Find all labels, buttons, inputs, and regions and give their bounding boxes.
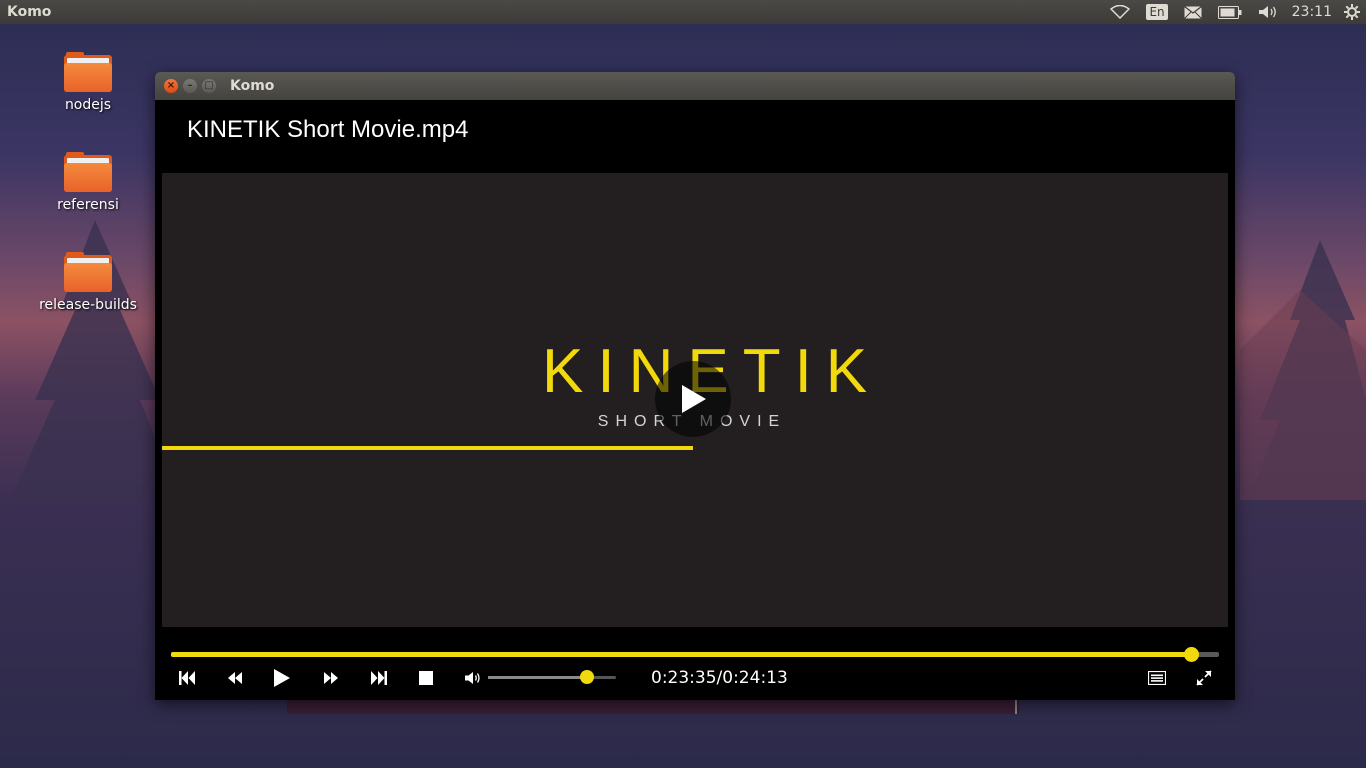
skip-next-button[interactable]: [367, 667, 391, 689]
mute-button[interactable]: [461, 667, 485, 689]
rewind-icon: [228, 672, 242, 684]
seek-bar-progress: [171, 652, 1191, 657]
file-title: KINETIK Short Movie.mp4: [187, 116, 469, 143]
video-accent-line: [162, 446, 693, 450]
playlist-button[interactable]: [1145, 667, 1169, 689]
volume-slider[interactable]: [488, 670, 616, 684]
player-window: × – □ Komo KINETIK Short Movie.mp4 KINET…: [155, 72, 1235, 700]
folder-icon: [64, 152, 112, 192]
panel-app-title: Komo: [7, 4, 52, 20]
seek-bar[interactable]: [171, 647, 1219, 662]
volume-slider-handle[interactable]: [579, 670, 594, 684]
mail-icon[interactable]: [1176, 0, 1210, 24]
playlist-icon: [1148, 671, 1166, 685]
play-icon: [274, 669, 290, 687]
battery-icon[interactable]: [1210, 0, 1250, 24]
desktop-icon-referensi[interactable]: referensi: [33, 152, 143, 213]
rewind-button[interactable]: [223, 667, 247, 689]
time-display: 0:23:35/0:24:13: [651, 668, 788, 688]
play-button[interactable]: [270, 667, 294, 689]
stop-button[interactable]: [414, 667, 438, 689]
language-indicator[interactable]: En: [1138, 0, 1175, 24]
background-window-marker: [1015, 700, 1017, 714]
skip-previous-button[interactable]: [175, 667, 199, 689]
window-close-button[interactable]: ×: [164, 79, 178, 93]
top-panel: Komo En 23:11: [0, 0, 1366, 24]
play-icon: [682, 385, 706, 413]
indicator-area: En 23:11: [1102, 0, 1366, 24]
volume-icon: [465, 672, 480, 684]
desktop-icon-label: release-builds: [39, 297, 137, 313]
fast-forward-icon: [324, 672, 338, 684]
video-area[interactable]: KINETIK SHORT MOVIE: [162, 173, 1228, 627]
fast-forward-button[interactable]: [319, 667, 343, 689]
fullscreen-button[interactable]: [1192, 667, 1216, 689]
desktop-icon-release-builds[interactable]: release-builds: [33, 252, 143, 313]
desktop-icon-label: nodejs: [64, 97, 112, 113]
stop-icon: [419, 671, 433, 685]
desktop-icon-label: referensi: [57, 197, 119, 213]
window-title: Komo: [230, 78, 275, 94]
volume-icon[interactable]: [1250, 0, 1286, 24]
big-play-button[interactable]: [655, 361, 731, 437]
clock[interactable]: 23:11: [1286, 4, 1342, 20]
fullscreen-icon: [1196, 670, 1212, 686]
wifi-icon[interactable]: [1102, 0, 1138, 24]
window-titlebar[interactable]: × – □ Komo: [155, 72, 1235, 100]
window-maximize-button[interactable]: □: [202, 79, 216, 93]
desktop-icon-nodejs[interactable]: nodejs: [33, 52, 143, 113]
folder-icon: [64, 252, 112, 292]
window-minimize-button[interactable]: –: [183, 79, 197, 93]
language-badge: En: [1146, 4, 1168, 20]
seek-bar-handle[interactable]: [1183, 647, 1199, 662]
folder-icon: [64, 52, 112, 92]
volume-slider-fill: [488, 676, 587, 679]
skip-next-icon: [371, 671, 387, 685]
skip-previous-icon: [179, 671, 195, 685]
background-window-edge: [287, 700, 1019, 714]
gear-icon[interactable]: [1342, 0, 1366, 24]
